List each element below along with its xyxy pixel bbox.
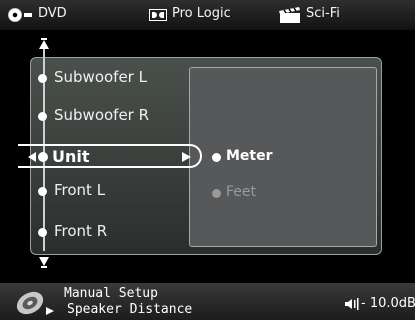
menu-item-label: Subwoofer R <box>54 106 150 124</box>
bullet-icon <box>38 228 47 237</box>
status-bar: DVD Pro Logic Sci-Fi <box>0 0 415 30</box>
radio-selected-icon <box>212 153 221 162</box>
disc-icon <box>8 8 22 22</box>
menu-item-label: Front L <box>54 181 106 199</box>
volume-level: - 10.0dB <box>361 296 415 311</box>
audio-mode-label: Pro Logic <box>172 6 231 21</box>
option-label: Feet <box>226 184 257 200</box>
left-arrow-icon[interactable] <box>28 152 36 162</box>
menu-item-label: Front R <box>54 222 108 240</box>
breadcrumb-subtitle: Speaker Distance <box>67 302 193 317</box>
menu-item-label: Subwoofer L <box>54 68 147 86</box>
bullet-icon <box>38 152 48 162</box>
scroll-down-icon[interactable] <box>38 256 50 268</box>
bullet-icon <box>38 112 47 121</box>
radio-unselected-icon <box>212 189 221 198</box>
scroll-up-icon[interactable] <box>38 38 50 50</box>
option-label: Meter <box>226 148 273 164</box>
sound-field-label: Sci-Fi <box>306 6 340 21</box>
speaker-icon <box>16 291 54 315</box>
bullet-icon <box>38 74 47 83</box>
right-arrow-icon[interactable] <box>182 152 191 162</box>
menu-item-label: Unit <box>52 147 90 166</box>
breadcrumb-title: Manual Setup <box>64 286 158 301</box>
disc-indicator <box>24 13 32 17</box>
menu-item-unit[interactable]: Unit <box>18 144 202 168</box>
source-label: DVD <box>38 6 67 21</box>
dolby-icon <box>149 9 167 21</box>
volume-icon <box>345 298 359 310</box>
clapperboard-icon <box>279 7 300 23</box>
bullet-icon <box>38 187 47 196</box>
